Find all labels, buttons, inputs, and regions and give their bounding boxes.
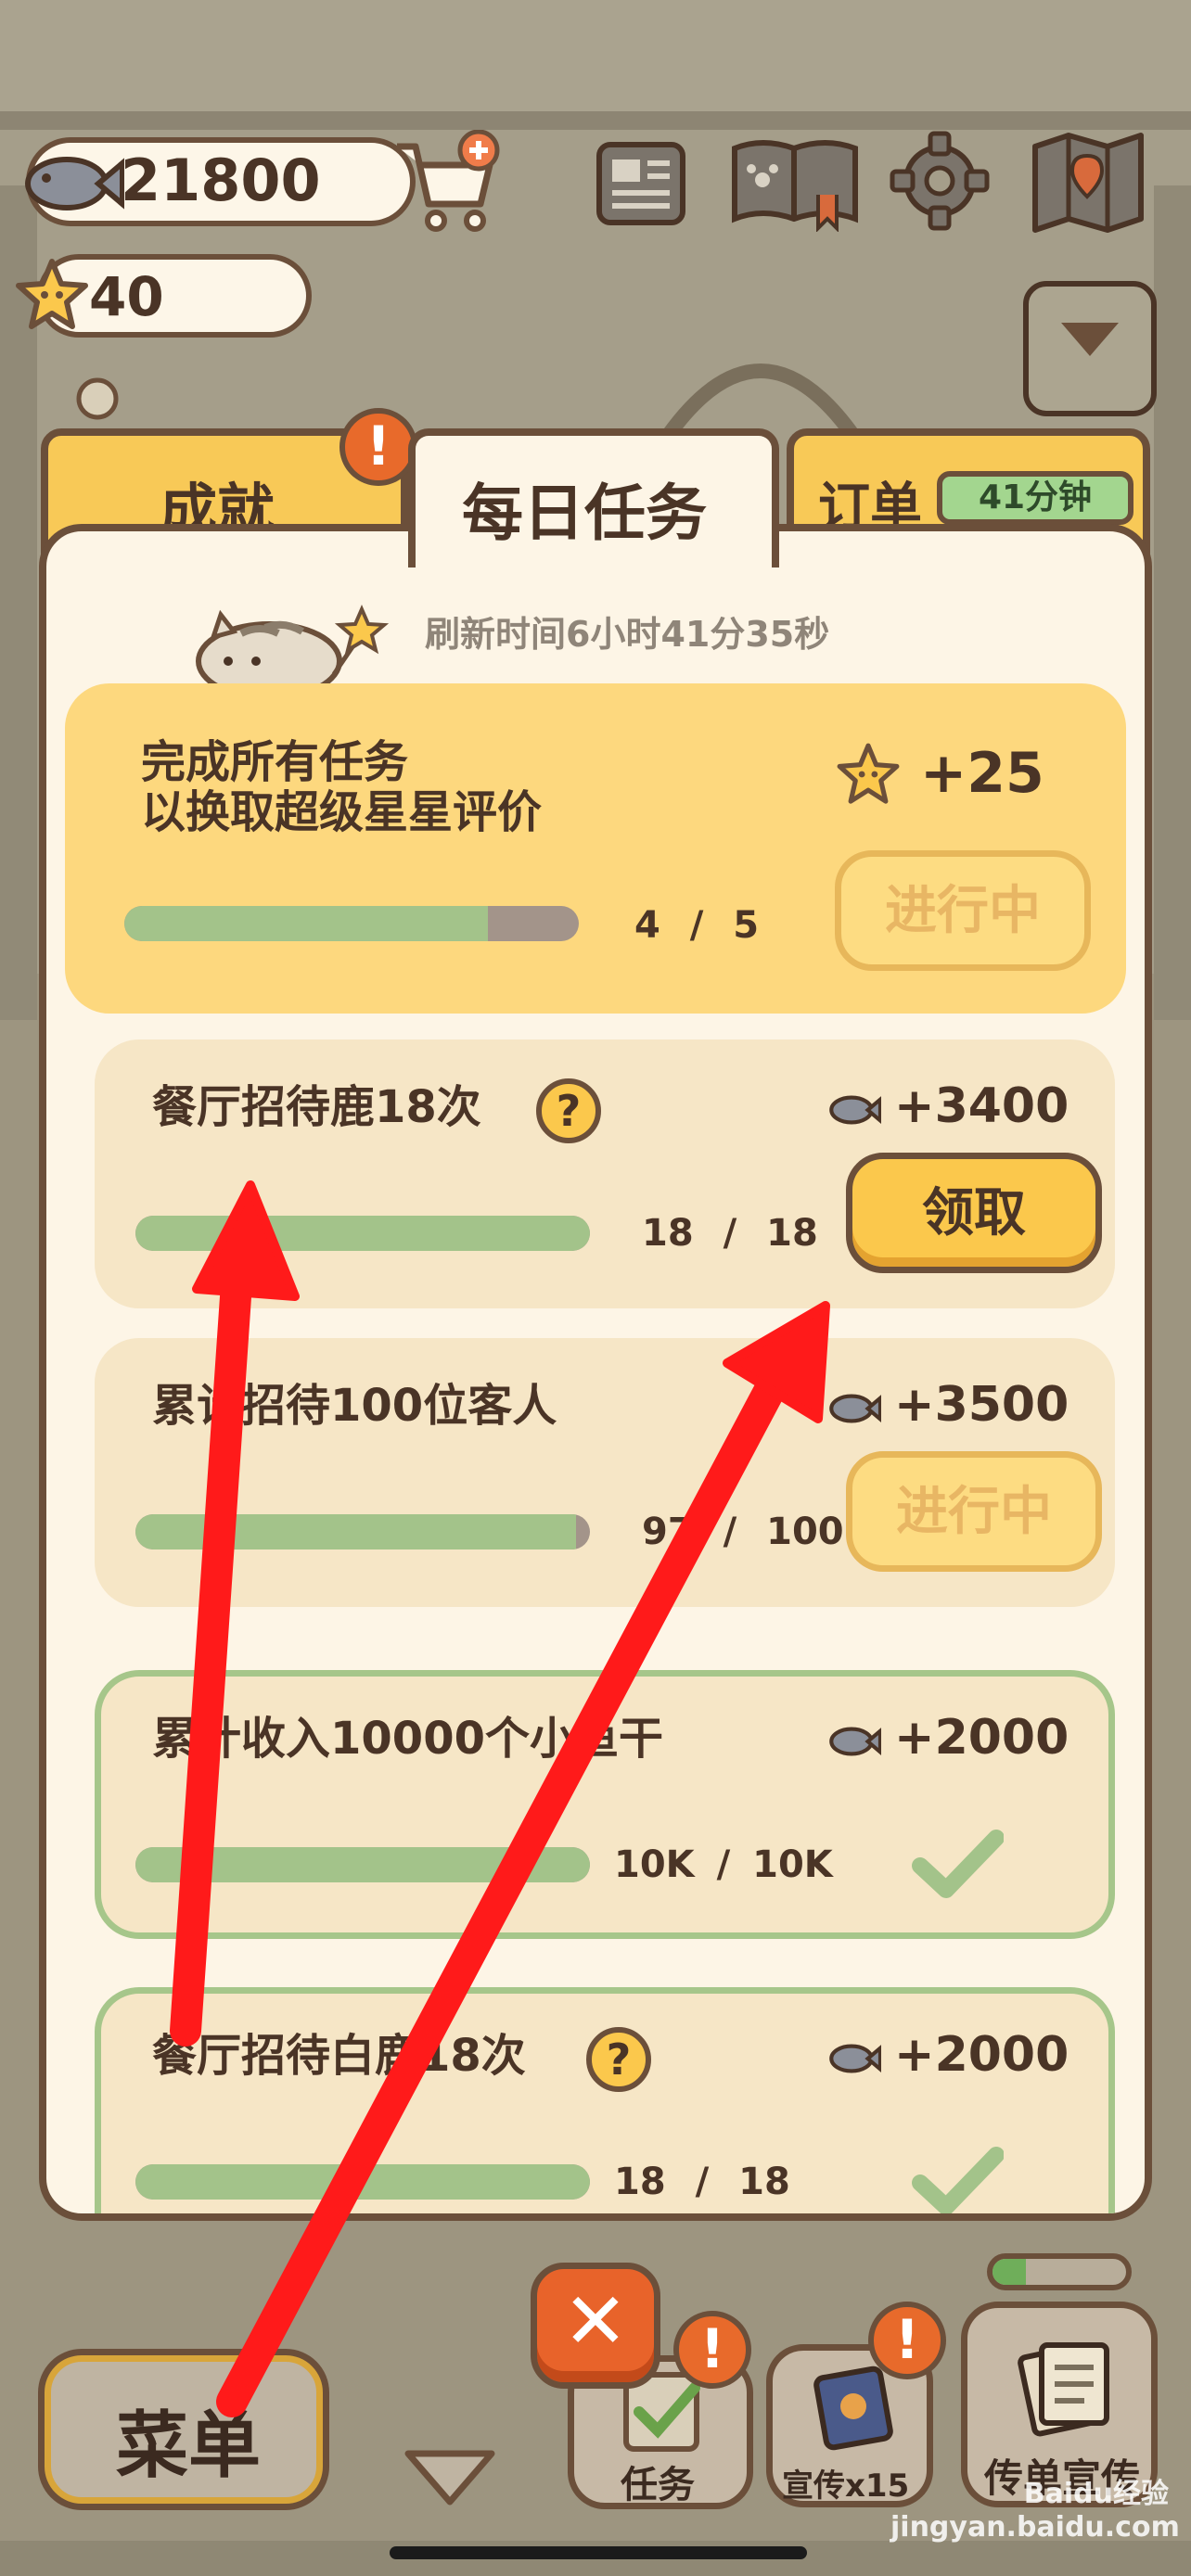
promo-poster-icon (813, 2366, 893, 2451)
chevron-down-icon[interactable] (399, 2441, 501, 2515)
promo-alert-badge: ! (868, 2302, 946, 2379)
fish-count: 21800 (121, 147, 321, 214)
task-progress-bar (124, 906, 579, 941)
task-progress-bar (135, 1847, 590, 1882)
fish-icon (25, 157, 124, 210)
task-title: 累计收入10000个小鱼干 (152, 1713, 663, 1765)
settings-gear-icon[interactable] (889, 130, 991, 232)
tab-daily-tasks[interactable]: 每日任务 (408, 428, 779, 567)
fish-icon (829, 1394, 881, 1423)
map-icon[interactable] (1028, 128, 1148, 236)
task-title: 餐厅招待白鹿18次 (152, 2030, 526, 2082)
task-title: 累计招待100位客人 (152, 1380, 557, 1432)
close-icon: ✕ (562, 2276, 629, 2366)
flyer-scroll-icon (1018, 2342, 1109, 2437)
fish-icon (829, 1095, 881, 1125)
orders-timer-text: 41分钟 (978, 478, 1093, 516)
task-progress-text: 97 / 100 (642, 1511, 844, 1553)
collapse-side-icon[interactable] (1020, 278, 1159, 417)
task-progress-text: 18 / 18 (642, 1212, 818, 1255)
daily-tasks-panel: 刷新时间6小时41分35秒 完成所有任务 以换取超级星星评价 +25 4 / 5… (39, 524, 1152, 2221)
checkmark-icon (912, 1830, 1004, 1898)
menu-button-label: 菜单 (116, 2404, 262, 2488)
task-progress-fill (124, 906, 488, 941)
star-icon (16, 259, 88, 329)
close-button[interactable]: ✕ (531, 2263, 660, 2389)
shop-cart-icon[interactable] (390, 130, 501, 237)
refresh-timer-text: 刷新时间6小时41分35秒 (425, 614, 830, 655)
task-title: 餐厅招待鹿18次 (152, 1081, 481, 1133)
task-progress-text: 10K / 10K (614, 1843, 833, 1886)
task-reward: +2000 (894, 1710, 1069, 1766)
task-card-earn-fish: 累计收入10000个小鱼干 +2000 10K / 10K (95, 1670, 1115, 1939)
fish-icon (829, 2044, 881, 2073)
task-title-line2: 以换取超级星星评价 (141, 786, 543, 838)
task-progress-text: 18 / 18 (614, 2161, 790, 2203)
task-progress-bar (135, 1514, 590, 1549)
star-icon (837, 743, 900, 804)
task-progress-fill (135, 2164, 590, 2200)
orders-timer-badge: 41分钟 (937, 471, 1133, 525)
achievements-alert-badge: ! (339, 408, 417, 486)
tab-daily-label: 每日任务 (462, 478, 707, 549)
watermark: Baidu经验 jingyan.baidu.com (890, 2478, 1180, 2544)
task-reward: +25 (920, 741, 1044, 806)
task-card-serve-white-deer: 餐厅招待白鹿18次 ? +2000 18 / 18 (95, 1987, 1115, 2213)
task-status-button-in-progress[interactable]: 进行中 (835, 850, 1091, 971)
newspaper-icon[interactable] (590, 132, 692, 234)
task-title-line1: 完成所有任务 (141, 736, 409, 788)
task-progress-fill (135, 1514, 577, 1549)
fish-icon (829, 1727, 881, 1756)
star-count: 40 (89, 265, 164, 328)
tasks-alert-badge: ! (673, 2311, 751, 2389)
task-progress-fill (135, 1847, 590, 1882)
help-question-icon[interactable]: ? (536, 1078, 601, 1143)
task-progress-fill (135, 1216, 590, 1251)
task-progress-bar (135, 2164, 590, 2200)
task-card-complete-all: 完成所有任务 以换取超级星星评价 +25 4 / 5 进行中 (65, 683, 1126, 1014)
task-progress-text: 4 / 5 (634, 904, 760, 947)
task-status-button-in-progress[interactable]: 进行中 (846, 1451, 1102, 1572)
menu-button[interactable]: 菜单 (45, 2355, 323, 2504)
flyer-meter-fill (992, 2259, 1026, 2285)
task-progress-bar (135, 1216, 590, 1251)
checkmark-icon (912, 2147, 1004, 2213)
task-reward: +3400 (894, 1078, 1069, 1134)
task-card-serve-guests: 累计招待100位客人 +3500 97 / 100 进行中 (95, 1338, 1115, 1607)
flyer-meter (987, 2253, 1132, 2290)
task-reward: +2000 (894, 2027, 1069, 2083)
tasks-button-label: 任务 (621, 2464, 695, 2506)
task-claim-button[interactable]: 领取 (846, 1153, 1102, 1273)
task-card-serve-deer: 餐厅招待鹿18次 ? +3400 18 / 18 领取 (95, 1039, 1115, 1308)
help-question-icon[interactable]: ? (586, 2027, 651, 2092)
recipe-book-icon[interactable] (725, 130, 864, 232)
task-reward: +3500 (894, 1377, 1069, 1433)
